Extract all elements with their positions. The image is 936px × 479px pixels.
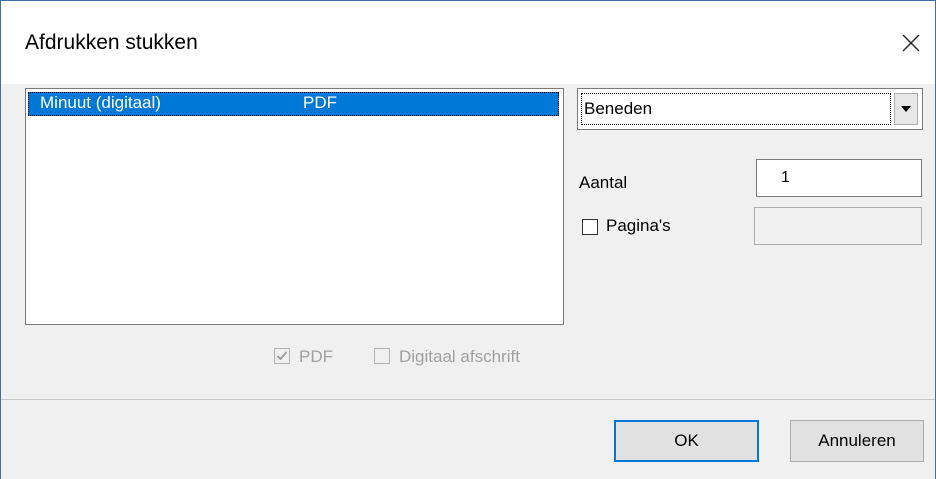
- documents-listbox[interactable]: Minuut (digitaal) PDF: [25, 88, 564, 325]
- title-bar: Afdrukken stukken: [1, 1, 935, 84]
- pdf-checkbox-label: PDF: [299, 347, 333, 366]
- aantal-input[interactable]: 1: [756, 159, 922, 197]
- tray-select-value: Beneden: [581, 93, 891, 125]
- ok-button[interactable]: OK: [614, 420, 759, 462]
- print-documents-dialog: Afdrukken stukken Minuut (digitaal) PDF …: [0, 0, 936, 479]
- aantal-value: 1: [781, 169, 790, 186]
- cancel-button[interactable]: Annuleren: [790, 420, 924, 462]
- tray-select[interactable]: Beneden: [577, 88, 923, 130]
- paginas-input[interactable]: [754, 207, 922, 245]
- dropdown-arrow-icon: [901, 106, 911, 112]
- checkmark-icon: [276, 351, 288, 361]
- paginas-label: Pagina's: [606, 216, 671, 235]
- aantal-label: Aantal: [579, 173, 628, 192]
- list-item[interactable]: Minuut (digitaal) PDF: [28, 92, 559, 116]
- close-button[interactable]: [891, 23, 931, 63]
- list-item-format: PDF: [303, 93, 337, 112]
- close-icon: [902, 34, 920, 52]
- digitaal-afschrift-label: Digitaal afschrift: [399, 347, 520, 366]
- list-item-name: Minuut (digitaal): [40, 93, 161, 112]
- tray-select-arrow-button[interactable]: [894, 93, 918, 125]
- dialog-title: Afdrukken stukken: [25, 31, 198, 54]
- pdf-checkbox[interactable]: [274, 348, 290, 364]
- paginas-checkbox[interactable]: [582, 219, 598, 235]
- button-bar: OK Annuleren: [1, 399, 935, 479]
- digitaal-afschrift-checkbox[interactable]: [374, 348, 390, 364]
